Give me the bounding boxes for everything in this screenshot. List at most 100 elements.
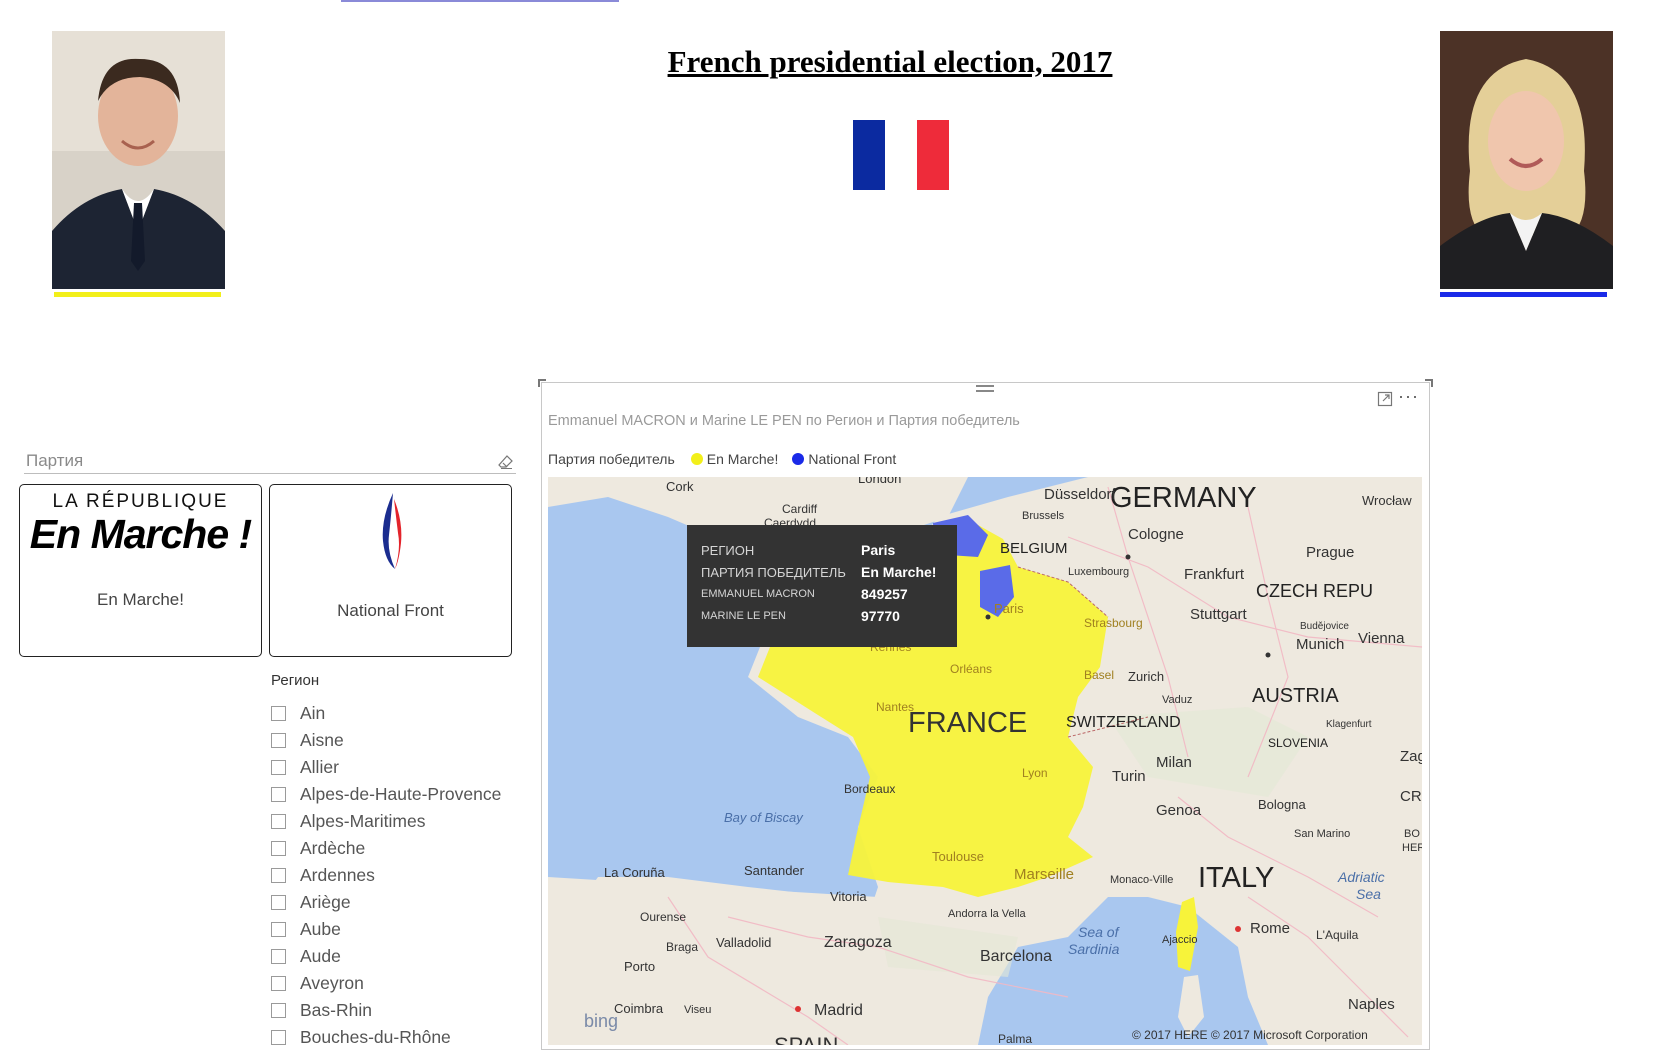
resize-handle[interactable] xyxy=(1425,379,1433,387)
tooltip-row: ПАРТИЯ ПОБЕДИТЕЛЬ En Marche! xyxy=(701,561,943,583)
city-label: Porto xyxy=(624,959,655,974)
city-label: Vienna xyxy=(1358,630,1405,647)
map-label-switzerland: SWITZERLAND xyxy=(1066,714,1181,731)
city-label: Andorra la Vella xyxy=(948,908,1027,920)
party-slicer-title: Партия xyxy=(26,451,84,470)
city-label: San Marino xyxy=(1294,828,1350,840)
city-label: Zurich xyxy=(1128,669,1164,684)
region-item[interactable]: Allier xyxy=(271,754,521,781)
tooltip-value: 849257 xyxy=(861,586,908,602)
region-item[interactable]: Alpes-Maritimes xyxy=(271,808,521,835)
en-marche-logo: En Marche ! xyxy=(29,511,252,557)
french-flag-icon xyxy=(853,120,949,190)
region-item[interactable]: Aube xyxy=(271,916,521,943)
resize-handle[interactable] xyxy=(538,379,546,387)
city-label: La Coruña xyxy=(604,865,665,880)
checkbox[interactable] xyxy=(271,787,286,802)
legend-item-national-front[interactable]: National Front xyxy=(792,451,896,467)
legend-label: National Front xyxy=(808,451,897,467)
checkbox[interactable] xyxy=(271,868,286,883)
flag-stripe-red xyxy=(917,120,949,190)
city-label: Cork xyxy=(666,479,694,494)
city-label: Düsseldorf xyxy=(1044,486,1117,503)
checkbox[interactable] xyxy=(271,1003,286,1018)
city-label: BO xyxy=(1404,828,1420,840)
legend-dot xyxy=(690,453,703,465)
city-label: HER xyxy=(1402,842,1422,854)
city-label: Prague xyxy=(1306,544,1354,561)
tooltip-key: MARINE LE PEN xyxy=(701,610,786,622)
checkbox[interactable] xyxy=(271,895,286,910)
region-item[interactable]: Aude xyxy=(271,943,521,970)
region-label: Ardèche xyxy=(300,838,366,858)
map-label-austria: AUSTRIA xyxy=(1252,685,1339,707)
checkbox[interactable] xyxy=(271,733,286,748)
region-label: Allier xyxy=(300,757,339,777)
region-label: Aisne xyxy=(300,730,344,750)
city-label: Klagenfurt xyxy=(1326,719,1372,730)
region-slicer-title: Регион xyxy=(271,672,320,689)
map-label-france: FRANCE xyxy=(908,707,1027,739)
legend-label: En Marche! xyxy=(706,451,779,467)
party-card-national-front[interactable]: National Front xyxy=(269,484,512,657)
region-label: Ariège xyxy=(300,892,351,912)
tooltip-row: РЕГИОН Paris xyxy=(701,539,943,561)
city-dot xyxy=(1265,652,1271,658)
legend-item-en-marche[interactable]: En Marche! xyxy=(690,451,779,467)
checkbox[interactable] xyxy=(271,814,286,829)
tooltip-value: Paris xyxy=(861,542,896,558)
region-item[interactable]: Ain xyxy=(271,700,521,727)
party-card-en-marche[interactable]: LA RÉPUBLIQUE En Marche ! En Marche! xyxy=(19,484,262,657)
report-page: French presidential election, 2017 Парти… xyxy=(0,0,1680,1050)
city-label: Frankfurt xyxy=(1184,566,1245,583)
map-visual[interactable]: ··· Emmanuel MACRON и Marine LE PEN по Р… xyxy=(538,379,1433,1050)
bing-map[interactable]: GERMANY FRANCE ITALY AUSTRIA CZECH REPU … xyxy=(548,477,1422,1045)
region-item[interactable]: Aisne xyxy=(271,727,521,754)
checkbox[interactable] xyxy=(271,949,286,964)
city-label: CRO xyxy=(1400,788,1422,805)
map-label-slovenia: SLOVENIA xyxy=(1268,736,1328,750)
city-label: Zag xyxy=(1400,748,1422,765)
city-label: L'Aquila xyxy=(1316,928,1359,942)
map-label-adriatic-2: Sea xyxy=(1356,886,1381,902)
bing-logo: bing xyxy=(584,1011,618,1031)
region-item[interactable]: Ariège xyxy=(271,889,521,916)
city-label: Zaragoza xyxy=(824,934,892,951)
map-label-czech: CZECH REPU xyxy=(1256,581,1373,601)
city-label: Santander xyxy=(744,863,805,878)
region-item[interactable]: Ardennes xyxy=(271,862,521,889)
region-slicer-list: Ain Aisne Allier Alpes-de-Haute-Provence… xyxy=(271,700,521,1050)
region-label: Alpes-de-Haute-Provence xyxy=(300,784,502,804)
checkbox[interactable] xyxy=(271,922,286,937)
checkbox[interactable] xyxy=(271,760,286,775)
checkbox[interactable] xyxy=(271,976,286,991)
city-label: Naples xyxy=(1348,996,1395,1013)
region-item[interactable]: Alpes-de-Haute-Provence xyxy=(271,781,521,808)
city-label: SPAIN xyxy=(774,1033,838,1045)
candidate-photo-macron xyxy=(52,31,225,289)
region-item[interactable]: Ardèche xyxy=(271,835,521,862)
checkbox[interactable] xyxy=(271,706,286,721)
city-label: Orléans xyxy=(950,662,992,676)
more-options-icon[interactable]: ··· xyxy=(1398,386,1419,407)
eraser-icon[interactable] xyxy=(498,454,514,470)
region-item[interactable]: Bouches-du-Rhône xyxy=(271,1024,521,1050)
region-item[interactable]: Aveyron xyxy=(271,970,521,997)
region-item[interactable]: Bas-Rhin xyxy=(271,997,521,1024)
drag-handle-icon[interactable] xyxy=(976,385,994,395)
checkbox[interactable] xyxy=(271,1030,286,1045)
city-label: Toulouse xyxy=(932,849,984,864)
tooltip-value: En Marche! xyxy=(861,564,937,580)
map-label-italy: ITALY xyxy=(1198,862,1274,894)
map-legend: Партия победитель En Marche! National Fr… xyxy=(548,451,910,467)
checkbox[interactable] xyxy=(271,841,286,856)
legend-title: Партия победитель xyxy=(548,451,675,467)
city-label: Stuttgart xyxy=(1190,606,1248,623)
macron-color-underline xyxy=(54,292,221,297)
city-label: Valladolid xyxy=(716,935,771,950)
city-label: Lyon xyxy=(1022,766,1048,780)
focus-mode-icon[interactable] xyxy=(1377,391,1393,407)
map-label-germany: GERMANY xyxy=(1110,482,1257,514)
top-accent-line xyxy=(341,0,619,2)
map-label-adriatic-1: Adriatic xyxy=(1337,869,1385,885)
